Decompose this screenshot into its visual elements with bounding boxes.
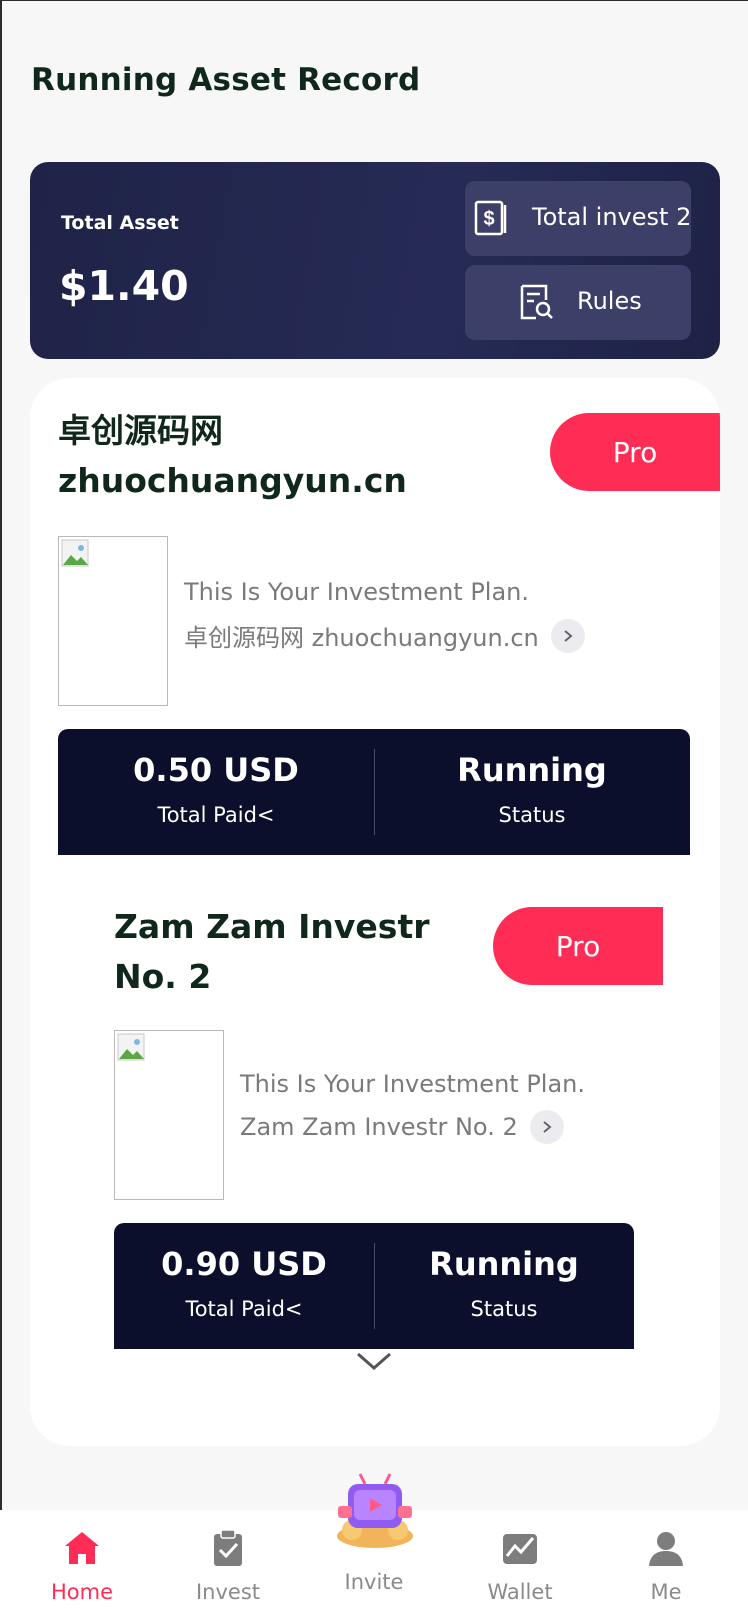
status-label: Status xyxy=(498,803,566,827)
clipboard-check-icon xyxy=(214,1529,242,1566)
rules-label: Rules xyxy=(577,287,642,315)
tab-home-label: Home xyxy=(50,1580,113,1604)
status-stat: Running Status xyxy=(374,729,690,855)
tab-wallet-label: Wallet xyxy=(487,1580,553,1604)
tab-home[interactable]: Home xyxy=(22,1510,142,1614)
total-invest-label: Total invest 2 xyxy=(532,203,692,231)
total-paid-label: Total Paid< xyxy=(185,1297,303,1321)
status-value: Running xyxy=(429,1245,579,1283)
chevron-right-icon xyxy=(550,618,585,653)
gift-tv-icon[interactable] xyxy=(330,1470,420,1550)
total-asset-value: $1.40 xyxy=(59,262,189,310)
total-paid-label: Total Paid< xyxy=(157,803,275,827)
pro-badge[interactable]: Pro xyxy=(550,413,720,491)
status-stat: Running Status xyxy=(374,1223,634,1349)
total-paid-value: 0.50 USD xyxy=(133,751,299,789)
plan-detail-link[interactable]: Zam Zam Investr No. 2 xyxy=(240,1110,564,1144)
total-asset-label: Total Asset xyxy=(61,212,179,234)
plan-stats-panel: 0.90 USD Total Paid< Running Status xyxy=(114,1223,634,1349)
plan-description: This Is Your Investment Plan. xyxy=(184,578,529,606)
frame-top-edge xyxy=(0,0,748,1)
svg-text:$: $ xyxy=(483,208,494,230)
plan-name: 卓创源码网 zhuochuangyun.cn xyxy=(58,411,407,500)
tab-invest[interactable]: Invest xyxy=(168,1510,288,1614)
chevron-down-icon[interactable] xyxy=(354,1350,394,1374)
home-icon xyxy=(65,1532,99,1564)
total-asset-card: Total Asset $1.40 $ Total invest 2 Rules xyxy=(30,162,720,359)
status-value: Running xyxy=(457,751,607,789)
page-title: Running Asset Record xyxy=(31,62,421,98)
document-search-icon xyxy=(520,284,553,320)
total-paid-stat: 0.90 USD Total Paid< xyxy=(114,1223,374,1349)
plan-link-text: 卓创源码网 zhuochuangyun.cn xyxy=(184,624,539,652)
tab-invite-label: Invite xyxy=(344,1570,404,1594)
tab-me-label: Me xyxy=(650,1580,682,1604)
status-label: Status xyxy=(470,1297,538,1321)
rules-button[interactable]: Rules xyxy=(465,265,691,340)
investment-plans-list: 卓创源码网 zhuochuangyun.cn Pro This Is Your … xyxy=(30,378,720,1446)
plan-image xyxy=(58,536,168,706)
user-icon xyxy=(649,1532,683,1566)
plan-description: This Is Your Investment Plan. xyxy=(240,1070,585,1098)
pro-badge[interactable]: Pro xyxy=(493,907,663,985)
tab-wallet[interactable]: Wallet xyxy=(460,1510,580,1614)
plan-name: Zam Zam Investr No. 2 xyxy=(114,907,430,996)
plan-stats-panel: 0.50 USD Total Paid< Running Status xyxy=(58,729,690,855)
total-invest-button[interactable]: $ Total invest 2 xyxy=(465,181,691,256)
plan-image xyxy=(114,1030,224,1200)
dollar-document-icon: $ xyxy=(474,200,507,236)
tab-me[interactable]: Me xyxy=(606,1510,726,1614)
plan-detail-link[interactable]: 卓创源码网 zhuochuangyun.cn xyxy=(184,618,585,653)
total-paid-value: 0.90 USD xyxy=(161,1245,327,1283)
chevron-right-icon xyxy=(529,1110,564,1144)
total-paid-stat: 0.50 USD Total Paid< xyxy=(58,729,374,855)
broken-image-icon xyxy=(61,539,89,567)
chart-line-icon xyxy=(503,1534,537,1564)
plan-link-text: Zam Zam Investr No. 2 xyxy=(240,1113,518,1141)
frame-left-edge xyxy=(0,0,2,1614)
tab-invest-label: Invest xyxy=(195,1580,261,1604)
broken-image-icon xyxy=(117,1033,145,1061)
